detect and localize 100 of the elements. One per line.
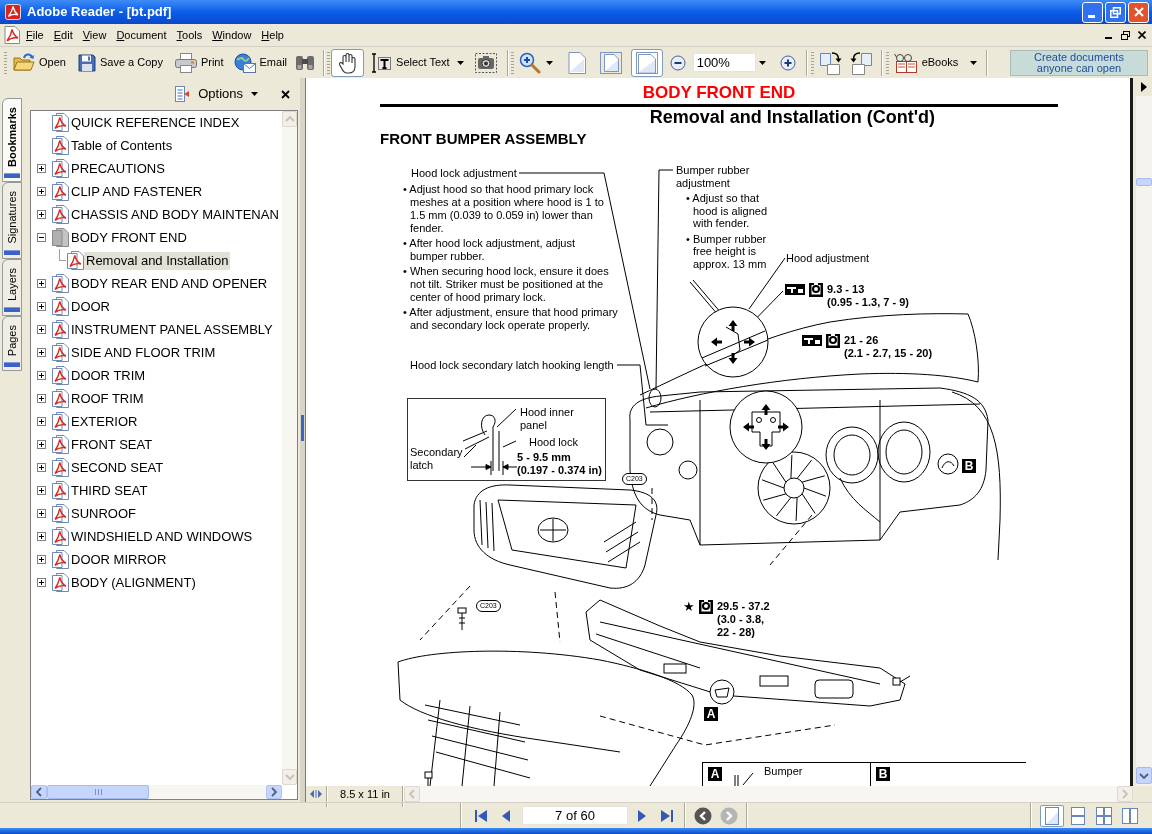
promo-banner-link[interactable]: Create documents anyone can open — [1010, 49, 1148, 76]
page-view-button[interactable] — [630, 48, 663, 77]
leader-line — [748, 257, 786, 310]
close-panel-button[interactable] — [278, 87, 292, 101]
bookmark-label[interactable]: BODY REAR END AND OPENER — [69, 274, 270, 293]
bookmark-label[interactable]: EXTERIOR — [69, 412, 140, 431]
bookmark-label[interactable]: CHASSIS AND BODY MAINTENAN — [69, 205, 281, 224]
toolbar-grip[interactable] — [885, 51, 889, 74]
expand-icon[interactable] — [37, 394, 46, 403]
torque-range: (0.95 - 1.3, 7 - 9) — [827, 296, 909, 309]
minimize-icon — [1088, 14, 1095, 18]
expand-icon[interactable] — [37, 440, 46, 449]
zoom-out-icon — [669, 54, 686, 71]
bookmark-label[interactable]: SUNROOF — [69, 504, 138, 523]
expand-icon[interactable] — [37, 210, 46, 219]
expand-icon[interactable] — [37, 187, 46, 196]
bookmark-label[interactable]: BODY (ALIGNMENT) — [69, 573, 198, 592]
bookmark-label[interactable]: SECOND SEAT — [69, 458, 166, 477]
bookmark-label[interactable]: Removal and Installation — [84, 251, 231, 270]
bookmark-label[interactable]: DOOR — [69, 297, 112, 316]
vertical-scrollbar[interactable] — [1136, 78, 1152, 786]
bookmark-label[interactable]: PRECAUTIONS — [69, 159, 167, 178]
expand-icon[interactable] — [37, 532, 46, 541]
bookmark-label[interactable]: INSTRUMENT PANEL ASSEMBLY — [69, 320, 275, 339]
callout-circle — [709, 679, 735, 705]
menu-item[interactable]: Tools — [171, 26, 208, 44]
tree-connector-line — [59, 249, 66, 261]
caret-icon — [251, 92, 258, 96]
close-button[interactable] — [1128, 1, 1149, 23]
open-button[interactable]: Open — [10, 49, 69, 76]
expand-icon[interactable] — [37, 578, 46, 587]
restore-button[interactable] — [1105, 1, 1126, 23]
select-text-button[interactable]: Select Text — [367, 49, 454, 76]
expand-icon[interactable] — [37, 164, 46, 173]
menu-item[interactable]: Window — [207, 26, 257, 44]
options-button[interactable]: Options — [173, 84, 260, 104]
save-copy-button[interactable]: Save a Copy — [74, 49, 166, 76]
panel-splitter[interactable] — [300, 78, 305, 802]
menu-item[interactable]: View — [77, 26, 112, 44]
camera-icon — [474, 52, 497, 73]
callout-circle — [937, 453, 959, 475]
menu-item[interactable]: Help — [256, 26, 289, 44]
expand-icon[interactable] — [37, 325, 46, 334]
page-layout-button[interactable] — [1040, 804, 1064, 827]
ebooks-button[interactable]: eBooks — [890, 49, 981, 76]
menu-item[interactable]: File — [21, 26, 49, 44]
continuous-facing-icon — [1096, 806, 1112, 825]
expand-icon[interactable] — [37, 371, 46, 380]
panel-tab[interactable]: Pages — [2, 315, 22, 371]
chevron-left-icon — [35, 787, 43, 797]
app-icon — [5, 4, 21, 20]
bookmark-label[interactable]: WINDSHIELD AND WINDOWS — [69, 527, 255, 546]
page-number-field[interactable]: 7 of 60 — [522, 806, 628, 825]
toolbar-grip[interactable] — [810, 51, 814, 74]
horizontal-scrollbar[interactable] — [31, 785, 282, 799]
bookmark-label[interactable]: DOOR TRIM — [69, 366, 148, 385]
expand-icon[interactable] — [37, 555, 46, 564]
menu-item[interactable]: Document — [111, 26, 172, 44]
print-button[interactable]: Print — [171, 49, 227, 76]
expand-icon[interactable] — [37, 509, 46, 518]
expand-icon[interactable] — [37, 463, 46, 472]
scroll-right-button[interactable] — [266, 785, 282, 799]
collapse-icon[interactable] — [37, 233, 46, 242]
scroll-thumb[interactable] — [47, 785, 149, 799]
hand-tool-button[interactable] — [331, 48, 365, 77]
bookmark-label[interactable]: DOOR MIRROR — [69, 550, 169, 569]
expand-icon[interactable] — [37, 279, 46, 288]
globe-envelope-icon — [233, 52, 256, 73]
zoom-field[interactable]: 100% — [692, 53, 756, 72]
scroll-left-button[interactable] — [31, 785, 47, 799]
callout-letter: B — [876, 767, 890, 781]
expand-icon[interactable] — [37, 417, 46, 426]
bookmark-label[interactable]: BODY FRONT END — [69, 228, 189, 247]
expand-icon[interactable] — [37, 348, 46, 357]
toolbar-grip[interactable] — [4, 51, 7, 74]
bookmark-label[interactable]: SIDE AND FLOOR TRIM — [69, 343, 218, 362]
pane-menu-button[interactable] — [1136, 78, 1152, 96]
toolbar-grip[interactable] — [327, 51, 331, 74]
panel-tab[interactable]: Layers — [2, 258, 22, 316]
email-button[interactable]: Email — [230, 49, 291, 76]
bookmark-label[interactable]: ROOF TRIM — [69, 389, 146, 408]
bookmark-label[interactable]: FRONT SEAT — [69, 435, 155, 454]
callout-label: Hood lock secondary latch hooking length — [410, 359, 614, 372]
bookmark-label[interactable]: QUICK REFERENCE INDEX — [69, 113, 242, 132]
expand-icon[interactable] — [37, 486, 46, 495]
panel-tab[interactable]: Signatures — [2, 181, 22, 259]
toolbar-grip[interactable] — [510, 51, 514, 74]
torque-value: 29.5 - 37.2 — [717, 600, 770, 613]
chevron-down-icon — [284, 773, 295, 781]
torque-value: 9.3 - 13 — [827, 283, 865, 296]
menu-item[interactable]: Edit — [48, 26, 78, 44]
panel-tab[interactable]: Bookmarks — [2, 98, 22, 182]
scroll-down-button[interactable] — [1136, 767, 1152, 784]
bookmark-label[interactable]: CLIP AND FASTENER — [69, 182, 205, 201]
expand-icon[interactable] — [37, 302, 46, 311]
scroll-thumb[interactable] — [1136, 178, 1152, 186]
bookmark-label[interactable]: Table of Contents — [69, 136, 175, 155]
callout-label: Hood lock — [529, 436, 578, 449]
bookmark-label[interactable]: THIRD SEAT — [69, 481, 150, 500]
minimize-button[interactable] — [1082, 1, 1103, 23]
